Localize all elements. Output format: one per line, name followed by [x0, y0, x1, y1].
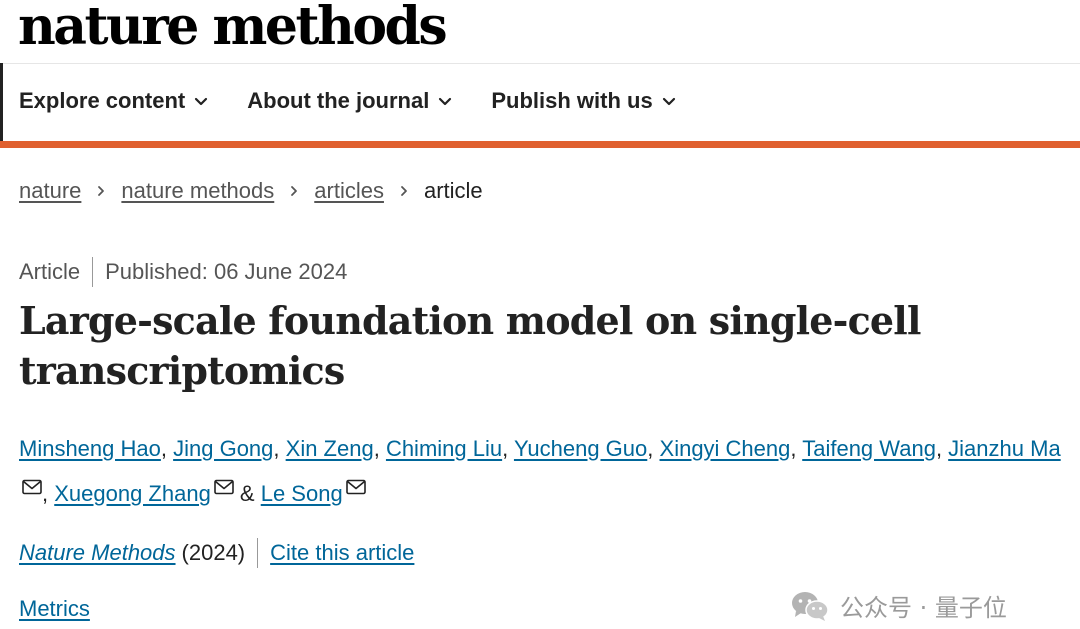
- article-title: Large-scale foundation model on single-c…: [19, 298, 921, 393]
- article-type: Article: [19, 259, 81, 284]
- author-list: Minsheng Hao, Jing Gong, Xin Zeng, Chimi…: [19, 426, 1069, 516]
- citation-divider: [257, 538, 259, 568]
- watermark-text: 公众号 · 量子位: [840, 594, 1007, 622]
- published-date: Published: 06 June 2024: [105, 259, 348, 284]
- author-link[interactable]: Taifeng Wang: [802, 436, 936, 461]
- site-logo[interactable]: nature methods: [18, 0, 448, 54]
- breadcrumb-current: article: [423, 178, 483, 203]
- author-separator: ,: [935, 436, 949, 461]
- author-separator: ,: [502, 436, 514, 461]
- chevron-right-icon: [288, 185, 300, 197]
- nav-item-label: About the journal: [247, 88, 430, 113]
- meta-divider: [92, 257, 94, 287]
- author-separator: ,: [373, 436, 386, 461]
- breadcrumb-nature[interactable]: nature: [19, 178, 81, 204]
- author-separator: ,: [160, 436, 174, 461]
- chevron-down-icon: [439, 97, 452, 106]
- author-separator: &: [233, 481, 261, 506]
- chevron-down-icon: [195, 97, 208, 106]
- publication-year: (2024): [181, 540, 246, 565]
- nav-about-the-journal[interactable]: About the journal: [247, 88, 453, 114]
- main-nav: Explore content About the journal Publis…: [19, 88, 677, 114]
- cite-this-article-link[interactable]: Cite this article: [270, 540, 414, 566]
- chevron-right-icon: [398, 185, 410, 197]
- watermark: 公众号 · 量子位: [790, 588, 1007, 623]
- author-link[interactable]: Jianzhu Ma: [948, 436, 1061, 461]
- nav-item-label: Publish with us: [491, 88, 653, 113]
- citation-line: Nature Methods (2024) Cite this article: [19, 538, 414, 568]
- metrics-link[interactable]: Metrics: [19, 596, 90, 622]
- journal-link[interactable]: Nature Methods: [19, 540, 176, 566]
- mail-icon[interactable]: [345, 479, 366, 495]
- breadcrumb: nature nature methods articles article: [19, 178, 483, 204]
- nav-item-label: Explore content: [19, 88, 186, 113]
- author-link[interactable]: Xingyi Cheng: [660, 436, 791, 461]
- header-divider: [0, 63, 1080, 64]
- breadcrumb-articles[interactable]: articles: [314, 178, 384, 204]
- mail-icon[interactable]: [22, 479, 42, 495]
- author-link[interactable]: Minsheng Hao: [19, 436, 161, 461]
- author-separator: ,: [42, 481, 55, 506]
- nav-publish-with-us[interactable]: Publish with us: [491, 88, 676, 114]
- chevron-right-icon: [95, 185, 107, 197]
- author-link[interactable]: Yucheng Guo: [514, 436, 647, 461]
- mail-icon[interactable]: [214, 479, 234, 495]
- article-meta: Article Published: 06 June 2024: [19, 257, 347, 287]
- author-link[interactable]: Chiming Liu: [386, 436, 502, 461]
- nav-explore-content[interactable]: Explore content: [19, 88, 209, 114]
- author-separator: ,: [790, 436, 803, 461]
- author-link[interactable]: Xin Zeng: [286, 436, 374, 461]
- author-separator: ,: [273, 436, 286, 461]
- author-link[interactable]: Jing Gong: [173, 436, 273, 461]
- accent-bar: [0, 141, 1080, 148]
- breadcrumb-nature-methods[interactable]: nature methods: [121, 178, 274, 204]
- chevron-down-icon: [662, 97, 675, 106]
- window-edge: [0, 63, 3, 145]
- author-link[interactable]: Le Song: [261, 481, 343, 506]
- author-separator: ,: [647, 436, 660, 461]
- author-link[interactable]: Xuegong Zhang: [54, 481, 211, 506]
- wechat-icon: [792, 591, 829, 621]
